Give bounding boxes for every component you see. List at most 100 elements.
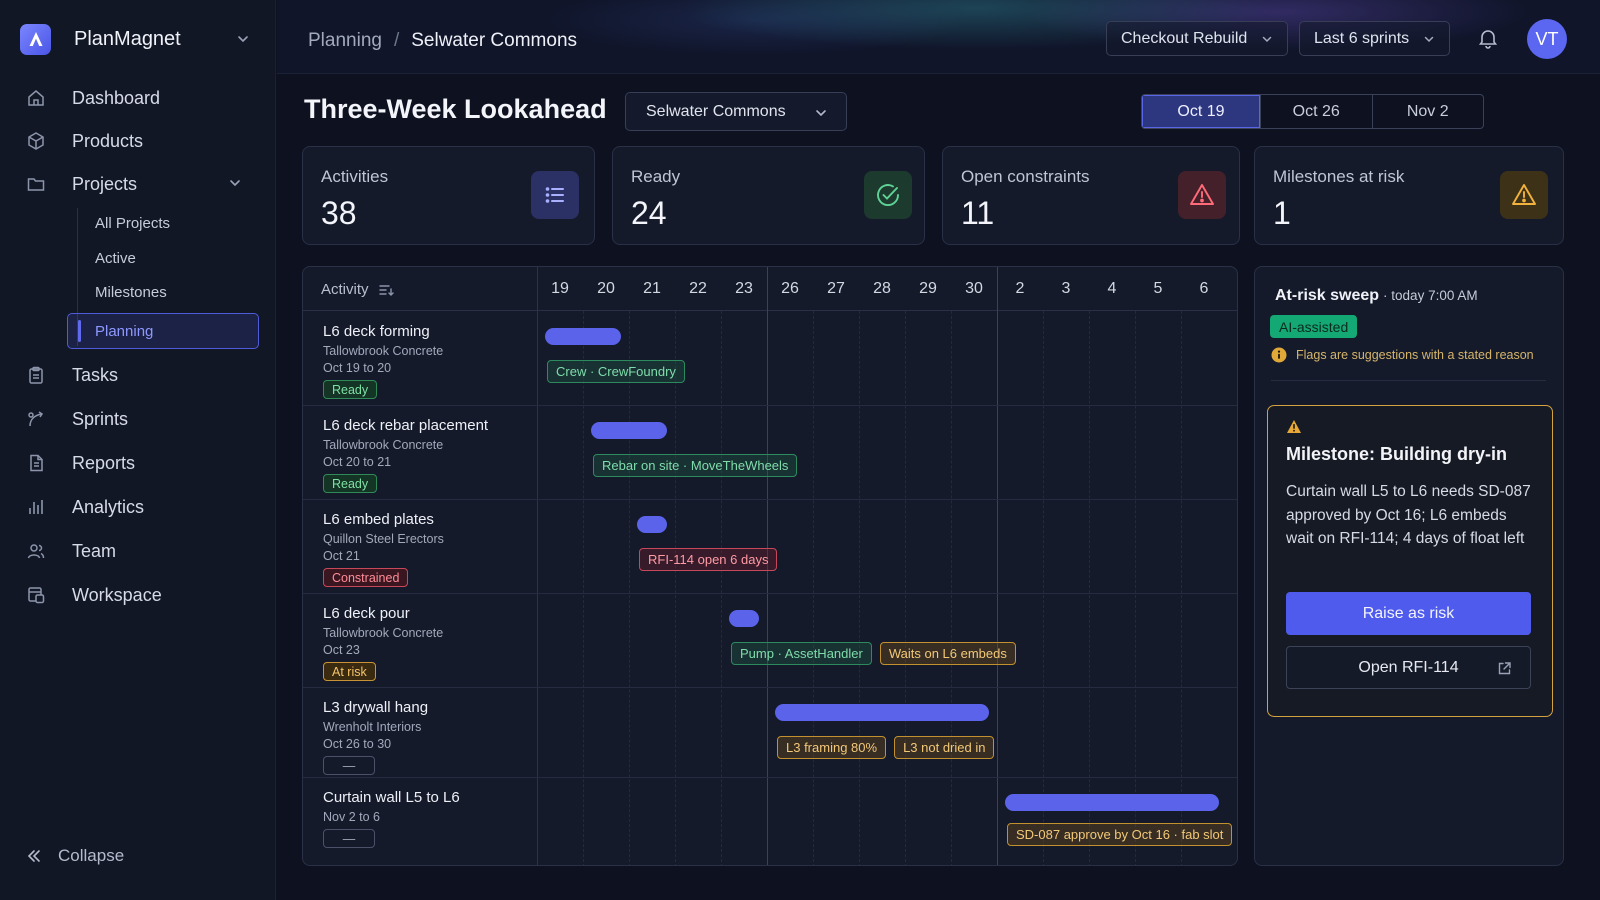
status-badge: — bbox=[323, 829, 375, 848]
avatar[interactable]: VT bbox=[1527, 19, 1567, 59]
activity-dates: Oct 23 bbox=[323, 643, 360, 657]
tab-week-oct-26[interactable]: Oct 26 bbox=[1260, 95, 1372, 128]
row-separator bbox=[303, 777, 1237, 778]
row-separator bbox=[303, 499, 1237, 500]
raise-as-risk-button[interactable]: Raise as risk bbox=[1286, 592, 1531, 635]
suggestion-note-text: Flags are suggestions with a stated reas… bbox=[1296, 348, 1534, 362]
constraint-chip[interactable]: L3 not dried in bbox=[894, 736, 995, 759]
day-gridline bbox=[629, 311, 630, 865]
day-label: 22 bbox=[689, 280, 707, 297]
activity-bar[interactable] bbox=[545, 328, 621, 345]
activity-name[interactable]: Curtain wall L5 to L6 bbox=[323, 789, 460, 806]
sidebar-item-dashboard[interactable]: Dashboard bbox=[24, 81, 254, 115]
home-icon bbox=[24, 86, 48, 110]
kpi-card-activities[interactable]: Activities 38 bbox=[302, 146, 595, 245]
activity-dates: Oct 21 bbox=[323, 549, 360, 563]
brand-switcher[interactable]: PlanMagnet bbox=[20, 22, 256, 56]
constraint-chip[interactable]: Waits on L6 embeds bbox=[879, 642, 1016, 665]
sidebar-item-sprints[interactable]: Sprints bbox=[24, 402, 254, 436]
day-label: 20 bbox=[597, 280, 615, 297]
day-gridline bbox=[813, 311, 814, 865]
project-select-value: Selwater Commons bbox=[646, 102, 786, 120]
activity-name[interactable]: L6 deck rebar placement bbox=[323, 417, 488, 434]
activity-bar[interactable] bbox=[775, 704, 989, 721]
constraint-chip[interactable]: SD-087 approve by Oct 16 · fab slot bbox=[1007, 823, 1233, 846]
day-label: 27 bbox=[827, 280, 845, 297]
day-label: 23 bbox=[735, 280, 753, 297]
constraint-chip[interactable]: Pump · AssetHandler bbox=[731, 642, 872, 665]
clipboard-icon bbox=[24, 363, 48, 387]
breadcrumb-separator: / bbox=[393, 30, 400, 51]
topbar: Planning / Selwater Commons Checkout Reb… bbox=[277, 0, 1600, 74]
lookahead-gantt: Activity 19 20 21 22 23 26 27 28 29 30 2 3 4 5 6 L6 dec… bbox=[302, 266, 1238, 866]
sprint-icon bbox=[24, 407, 48, 431]
range-filter-dropdown[interactable]: Last 6 sprints bbox=[1299, 21, 1451, 56]
sidebar-item-workspace[interactable]: Workspace bbox=[24, 578, 254, 612]
tab-week-oct-19[interactable]: Oct 19 bbox=[1142, 95, 1260, 128]
day-gridline bbox=[583, 311, 584, 865]
day-label: 28 bbox=[873, 280, 891, 297]
breadcrumb-current: Selwater Commons bbox=[411, 30, 578, 51]
activity-bar[interactable] bbox=[591, 422, 667, 439]
kpi-card-ready[interactable]: Ready 24 bbox=[612, 146, 925, 245]
sidebar-item-projects[interactable]: Projects bbox=[24, 167, 254, 201]
day-gridline bbox=[905, 311, 906, 865]
users-icon bbox=[24, 539, 48, 563]
activity-company: Quillon Steel Erectors bbox=[323, 532, 444, 546]
sidebar-item-products[interactable]: Products bbox=[24, 124, 254, 158]
constraint-chip[interactable]: Crew · CrewFoundry bbox=[547, 360, 685, 383]
constraint-chip[interactable]: Rebar on site · MoveTheWheels bbox=[593, 454, 798, 477]
activity-company: Tallowbrook Concrete bbox=[323, 344, 444, 358]
sidebar-subitem-planning[interactable]: Planning bbox=[67, 313, 259, 349]
constraint-chip[interactable]: L3 framing 80% bbox=[777, 736, 887, 759]
sidebar-item-analytics[interactable]: Analytics bbox=[24, 490, 254, 524]
kpi-value: 1 bbox=[1273, 195, 1291, 231]
sidebar: PlanMagnet Dashboard Products Projects A… bbox=[0, 0, 276, 900]
tab-week-nov-2[interactable]: Nov 2 bbox=[1371, 95, 1484, 128]
day-gridline bbox=[675, 311, 676, 865]
constraint-chip[interactable]: RFI-114 open 6 days bbox=[639, 548, 778, 571]
activity-name[interactable]: L6 deck forming bbox=[323, 323, 430, 340]
row-separator bbox=[303, 405, 1237, 406]
activity-name[interactable]: L6 embed plates bbox=[323, 511, 434, 528]
project-filter-dropdown[interactable]: Checkout Rebuild bbox=[1106, 21, 1289, 56]
notifications-bell-icon[interactable] bbox=[1477, 27, 1499, 49]
sidebar-item-team[interactable]: Team bbox=[24, 534, 254, 568]
day-label: 5 bbox=[1153, 280, 1163, 297]
alert-triangle-icon bbox=[1178, 171, 1226, 219]
day-label: 6 bbox=[1199, 280, 1209, 297]
activity-bar[interactable] bbox=[637, 516, 667, 533]
activity-name[interactable]: L3 drywall hang bbox=[323, 699, 428, 716]
day-label: 29 bbox=[919, 280, 937, 297]
day-label: 21 bbox=[643, 280, 661, 297]
activity-column-header[interactable]: Activity bbox=[321, 281, 395, 298]
app-name: PlanMagnet bbox=[74, 27, 181, 50]
at-risk-panel: At-risk sweep · today 7:00 AM AI-assiste… bbox=[1254, 266, 1564, 866]
status-badge: Constrained bbox=[323, 568, 409, 587]
open-rfi-label: Open RFI-114 bbox=[1358, 658, 1459, 676]
activity-bar[interactable] bbox=[1005, 794, 1219, 811]
sort-icon[interactable] bbox=[378, 283, 395, 297]
activity-name[interactable]: L6 deck pour bbox=[323, 605, 410, 622]
row-separator bbox=[303, 593, 1237, 594]
project-select[interactable]: Selwater Commons bbox=[625, 92, 847, 131]
box-icon bbox=[24, 129, 48, 153]
breadcrumb-planning[interactable]: Planning bbox=[308, 30, 382, 52]
suggestion-note: Flags are suggestions with a stated reas… bbox=[1271, 347, 1534, 363]
activity-bar[interactable] bbox=[729, 610, 759, 627]
app-logo-icon bbox=[20, 23, 51, 55]
breadcrumb: Planning / Selwater Commons bbox=[308, 30, 577, 52]
milestone-alert-card: Milestone: Building dry-in Curtain wall … bbox=[1267, 405, 1553, 717]
kpi-card-milestones-at-risk[interactable]: Milestones at risk 1 bbox=[1254, 146, 1564, 245]
sidebar-subitem-all-projects[interactable]: All Projects bbox=[95, 215, 170, 232]
sidebar-subitem-milestones[interactable]: Milestones bbox=[95, 284, 167, 301]
collapse-button[interactable]: Collapse bbox=[26, 846, 124, 866]
sidebar-item-reports[interactable]: Reports bbox=[24, 446, 254, 480]
open-rfi-button[interactable]: Open RFI-114 bbox=[1286, 646, 1531, 689]
list-icon bbox=[531, 171, 579, 219]
day-label: 19 bbox=[551, 280, 569, 297]
kpi-card-open-constraints[interactable]: Open constraints 11 bbox=[942, 146, 1240, 245]
sidebar-subitem-active[interactable]: Active bbox=[95, 250, 136, 267]
ai-assisted-badge: AI-assisted bbox=[1270, 315, 1358, 338]
sidebar-item-tasks[interactable]: Tasks bbox=[24, 358, 254, 392]
